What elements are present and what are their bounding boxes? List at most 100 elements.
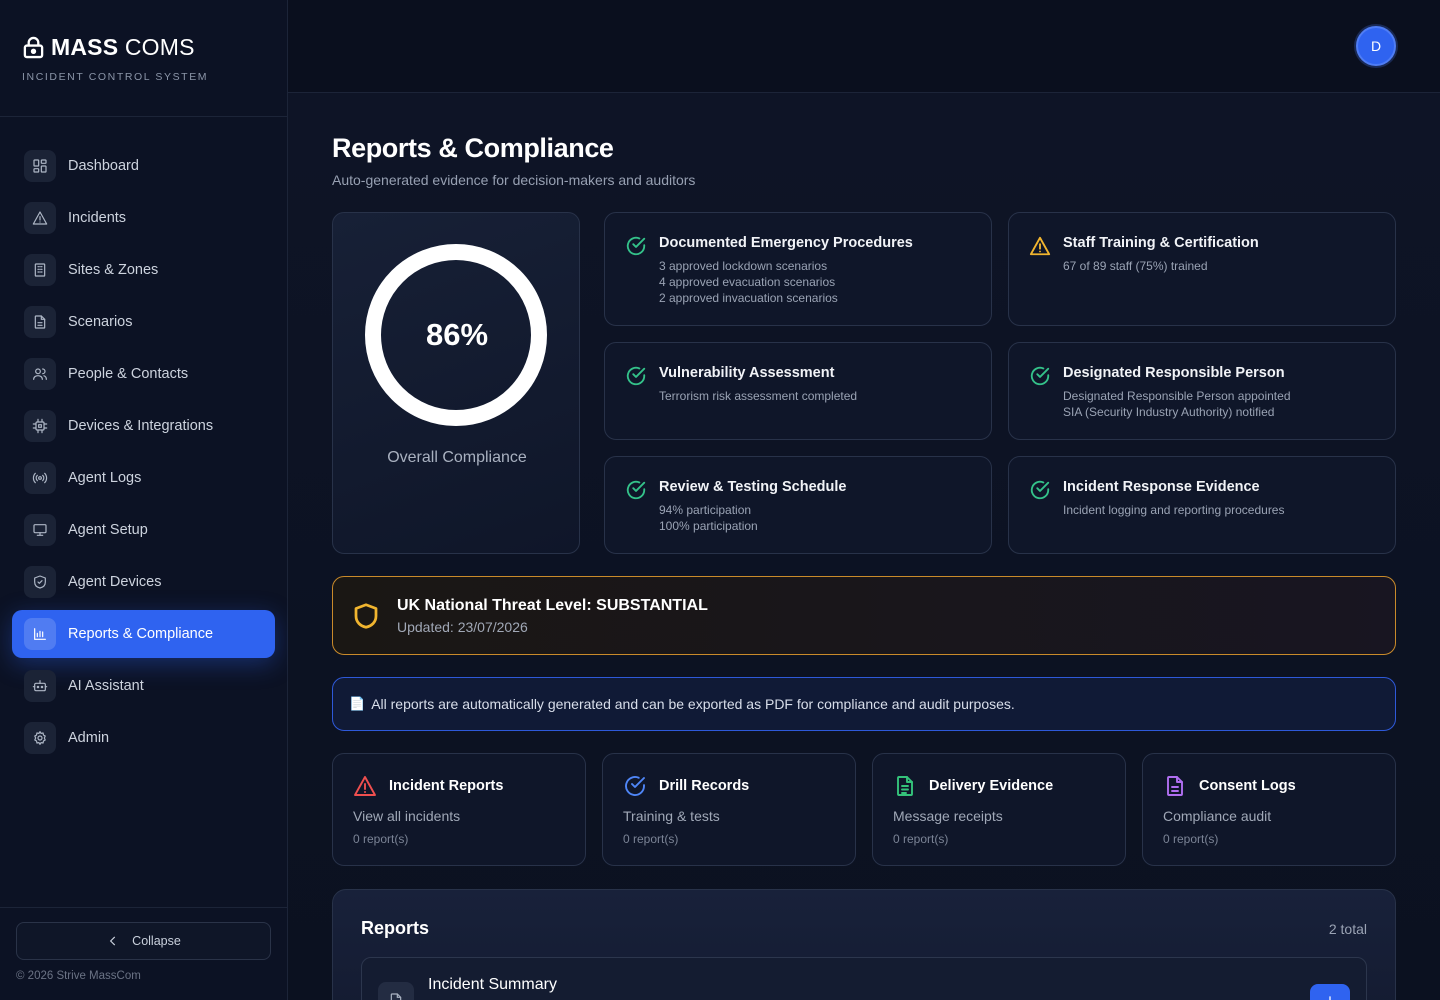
requirement-card-responsible-person[interactable]: Designated Responsible Person Designated… [1008, 342, 1396, 440]
sidebar-item-label: People & Contacts [68, 366, 189, 382]
collapse-button[interactable]: Collapse [16, 922, 271, 960]
report-card-delivery-evidence[interactable]: Delivery Evidence Message receipts 0 rep… [872, 753, 1126, 866]
bot-icon [24, 670, 56, 702]
requirement-detail: Designated Responsible Person appointed [1063, 389, 1291, 403]
info-banner: 📄 All reports are automatically generate… [332, 677, 1396, 731]
report-card-incident-reports[interactable]: Incident Reports View all incidents 0 re… [332, 753, 586, 866]
sidebar-item-agent-logs[interactable]: Agent Logs [12, 454, 275, 502]
main-content: Reports & Compliance Auto-generated evid… [288, 93, 1440, 1000]
page-subtitle: Auto-generated evidence for decision-mak… [332, 172, 696, 188]
compliance-ring: 86% [333, 213, 581, 453]
report-card-description: View all incidents [353, 808, 461, 824]
sidebar-item-sites-zones[interactable]: Sites & Zones [12, 246, 275, 294]
report-row[interactable]: Incident Summary [361, 957, 1367, 1000]
requirement-title: Vulnerability Assessment [659, 365, 835, 381]
requirement-card-incident-response[interactable]: Incident Response Evidence Incident logg… [1008, 456, 1396, 554]
requirement-card-review-testing[interactable]: Review & Testing Schedule 94% participat… [604, 456, 992, 554]
threat-level-title: UK National Threat Level: SUBSTANTIAL [397, 596, 708, 614]
reports-title: Reports [361, 918, 430, 938]
check-circle-icon [625, 365, 647, 439]
report-type-cards: Incident Reports View all incidents 0 re… [332, 753, 1396, 866]
check-circle-icon [1029, 365, 1051, 439]
file-icon [1167, 776, 1183, 796]
requirement-card-training[interactable]: Staff Training & Certification 67 of 89 … [1008, 212, 1396, 326]
topbar: D [288, 0, 1440, 93]
report-name: Incident Summary [428, 976, 557, 993]
gear-icon [24, 722, 56, 754]
sidebar-item-label: Dashboard [68, 158, 139, 174]
sidebar-item-devices-integrations[interactable]: Devices & Integrations [12, 402, 275, 450]
download-button[interactable] [1310, 984, 1350, 1000]
compliance-percentage: 86% [425, 317, 489, 352]
report-card-count: 0 report(s) [893, 832, 949, 846]
reports-panel: Reports 2 total Incident Summary [332, 889, 1396, 1000]
brand-logo[interactable]: MASS COMS [22, 34, 267, 61]
report-card-drill-records[interactable]: Drill Records Training & tests 0 report(… [602, 753, 856, 866]
page-title: Reports & Compliance [332, 133, 614, 163]
chip-icon [24, 410, 56, 442]
requirement-title: Staff Training & Certification [1063, 235, 1259, 251]
report-card-description: Message receipts [893, 808, 1003, 824]
sidebar-item-label: Admin [68, 730, 110, 746]
overall-compliance-card: 86% Overall Compliance [332, 212, 580, 554]
report-card-count: 0 report(s) [1163, 832, 1219, 846]
requirement-detail: 67 of 89 staff (75%) trained [1063, 259, 1208, 273]
sidebar-item-label: Incidents [68, 210, 127, 226]
users-icon [24, 358, 56, 390]
info-text: All reports are automatically generated … [371, 696, 1015, 712]
requirement-detail: 94% participation [659, 503, 752, 517]
sidebar-item-incidents[interactable]: Incidents [12, 194, 275, 242]
requirement-detail: Incident logging and reporting procedure… [1063, 503, 1285, 517]
requirement-detail: 4 approved evacuation scenarios [659, 275, 836, 289]
building-icon [24, 254, 56, 286]
monitor-icon [24, 514, 56, 546]
report-card-count: 0 report(s) [353, 832, 409, 846]
sidebar-item-label: Agent Setup [68, 522, 148, 538]
report-card-title: Consent Logs [1199, 778, 1296, 794]
sidebar-item-ai-assistant[interactable]: AI Assistant [12, 662, 275, 710]
check-circle-icon [625, 479, 647, 553]
report-card-title: Delivery Evidence [929, 778, 1054, 794]
requirement-detail: Terrorism risk assessment completed [659, 389, 858, 403]
avatar[interactable]: D [1356, 26, 1396, 66]
threat-level-updated: Updated: 23/07/2026 [397, 618, 528, 635]
file-text-icon [24, 306, 56, 338]
compliance-grid: 86% Overall Compliance Documented Emerge… [332, 212, 1396, 554]
requirement-detail: 2 approved invacuation scenarios [659, 291, 838, 305]
requirement-card-procedures[interactable]: Documented Emergency Procedures 3 approv… [604, 212, 992, 326]
sidebar-item-reports-compliance[interactable]: Reports & Compliance [12, 610, 275, 658]
report-card-title: Incident Reports [389, 778, 504, 794]
document-icon: 📄 [349, 696, 366, 711]
sidebar-item-label: Scenarios [68, 314, 133, 330]
requirement-detail: SIA (Security Industry Authority) notifi… [1063, 405, 1275, 419]
sidebar-item-label: Devices & Integrations [68, 418, 214, 434]
alert-triangle-icon [24, 202, 56, 234]
radio-icon [24, 462, 56, 494]
sidebar: MASS COMS INCIDENT CONTROL SYSTEM Dashbo… [0, 0, 288, 1000]
download-icon [1326, 996, 1334, 1000]
sidebar-item-agent-devices[interactable]: Agent Devices [12, 558, 275, 606]
threat-level-banner: UK National Threat Level: SUBSTANTIAL Up… [332, 576, 1396, 655]
brand: MASS COMS INCIDENT CONTROL SYSTEM [0, 0, 287, 117]
alert-triangle-icon [354, 776, 376, 796]
grid-icon [24, 150, 56, 182]
requirement-title: Documented Emergency Procedures [659, 235, 913, 251]
requirement-card-vulnerability[interactable]: Vulnerability Assessment Terrorism risk … [604, 342, 992, 440]
report-card-consent-logs[interactable]: Consent Logs Compliance audit 0 report(s… [1142, 753, 1396, 866]
sidebar-item-agent-setup[interactable]: Agent Setup [12, 506, 275, 554]
report-card-title: Drill Records [659, 778, 750, 794]
requirement-title: Review & Testing Schedule [659, 479, 847, 495]
brand-name: MASS COMS [51, 34, 195, 60]
collapse-label: Collapse [132, 934, 181, 948]
warning-icon [1029, 235, 1051, 325]
sidebar-footer: Collapse © 2026 Strive MassCom [0, 907, 287, 1000]
sidebar-item-people-contacts[interactable]: People & Contacts [12, 350, 275, 398]
sidebar-item-dashboard[interactable]: Dashboard [12, 142, 275, 190]
sidebar-item-scenarios[interactable]: Scenarios [12, 298, 275, 346]
file-icon [378, 982, 414, 1000]
reports-total: 2 total [1328, 920, 1367, 937]
bar-chart-icon [24, 618, 56, 650]
report-card-description: Training & tests [623, 808, 720, 824]
report-card-count: 0 report(s) [623, 832, 679, 846]
sidebar-item-admin[interactable]: Admin [12, 714, 275, 762]
